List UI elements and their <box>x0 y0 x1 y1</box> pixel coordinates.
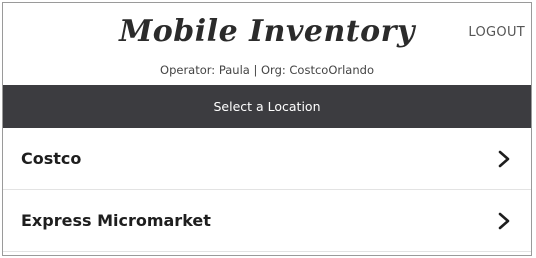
select-location-bar: Select a Location <box>3 85 531 128</box>
location-item-costco[interactable]: Costco <box>3 128 531 190</box>
app-title: Mobile Inventory <box>119 14 415 49</box>
location-item-express-micromarket[interactable]: Express Micromarket <box>3 190 531 252</box>
chevron-right-icon <box>498 212 510 230</box>
app-frame: Mobile Inventory Operator: Paula | Org: … <box>2 2 532 256</box>
location-label: Express Micromarket <box>21 211 211 230</box>
logout-button[interactable]: LOGOUT <box>468 25 525 40</box>
select-location-label: Select a Location <box>213 99 321 114</box>
location-list: Costco Express Micromarket <box>3 128 531 252</box>
chevron-right-icon <box>498 150 510 168</box>
location-label: Costco <box>21 149 82 168</box>
app-header: Mobile Inventory Operator: Paula | Org: … <box>3 3 531 85</box>
operator-org-info: Operator: Paula | Org: CostcoOrlando <box>160 63 374 77</box>
